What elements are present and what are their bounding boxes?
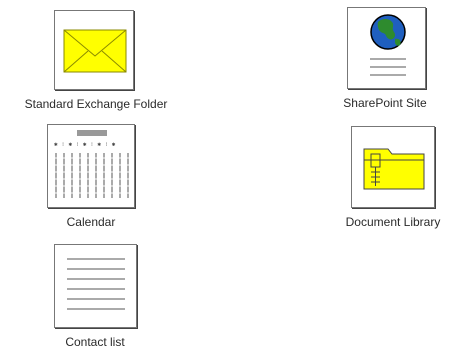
calendar-tile[interactable]: ✱ ∶ ✱ ∶ ✱ ∶ ✱ ∶ ✱ — [47, 124, 135, 208]
document-lines-icon — [66, 258, 125, 310]
contact-list-tile[interactable] — [53, 244, 137, 328]
folder-zipper-icon — [363, 148, 425, 190]
envelope-icon — [63, 29, 126, 73]
item-standard-exchange-folder[interactable]: Standard Exchange Folder — [6, 10, 186, 111]
item-label: Calendar — [66, 215, 116, 229]
item-contact-list[interactable]: Contact list — [45, 244, 145, 349]
item-calendar[interactable]: ✱ ∶ ✱ ∶ ✱ ∶ ✱ ∶ ✱ Calendar — [36, 124, 146, 229]
item-sharepoint-site[interactable]: SharePoint Site — [330, 7, 440, 110]
item-label: Contact list — [65, 335, 125, 349]
sharepoint-tile[interactable] — [346, 7, 426, 89]
document-library-tile[interactable] — [351, 126, 435, 208]
globe-page-icon — [369, 14, 406, 76]
item-label: SharePoint Site — [343, 96, 427, 110]
calendar-icon: ✱ ∶ ✱ ∶ ✱ ∶ ✱ ∶ ✱ — [52, 130, 132, 198]
item-label: Document Library — [345, 215, 441, 229]
svg-text:✱ ∶ ✱ ∶ ✱ ∶ ✱ ∶ ✱: ✱ ∶ ✱ ∶ ✱ ∶ ✱ ∶ ✱ — [53, 141, 116, 148]
item-label: Standard Exchange Folder — [24, 97, 168, 111]
item-document-library[interactable]: Document Library — [333, 126, 453, 229]
envelope-tile[interactable] — [53, 10, 134, 90]
